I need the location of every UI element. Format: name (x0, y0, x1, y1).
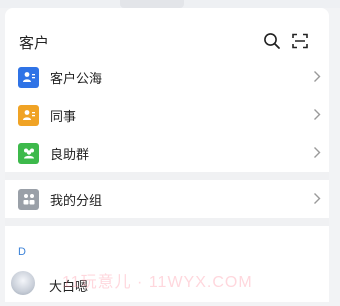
customer-card: 客户 客户公海 同事 良助群 我的分组 (5, 8, 329, 302)
menu-item-my-groups[interactable]: 我的分组 (5, 180, 329, 218)
chevron-right-icon (314, 147, 321, 158)
menu-item-colleague[interactable]: 同事 (5, 96, 329, 134)
index-letter: D (18, 246, 26, 258)
customer-pool-icon (18, 66, 39, 88)
top-strip-nub (120, 0, 184, 8)
menu-item-label: 同事 (50, 108, 77, 124)
colleague-icon (18, 104, 39, 126)
search-icon[interactable] (261, 30, 283, 52)
page-title: 客户 (19, 35, 50, 52)
contact-row[interactable]: 大白嗯 (0, 266, 324, 306)
menu-item-label: 良助群 (50, 146, 90, 162)
menu-item-customer-pool[interactable]: 客户公海 (5, 58, 329, 96)
top-strip (0, 0, 340, 8)
groups-icon (18, 188, 39, 210)
scan-icon[interactable] (289, 30, 311, 52)
contact-name: 大白嗯 (49, 279, 89, 294)
menu-item-label: 客户公海 (50, 70, 103, 86)
menu-item-label: 我的分组 (50, 192, 103, 208)
chevron-right-icon (314, 109, 321, 120)
avatar (11, 271, 35, 295)
chevron-right-icon (314, 193, 321, 204)
group-icon (18, 142, 39, 164)
chevron-right-icon (314, 71, 321, 82)
menu-item-group[interactable]: 良助群 (5, 134, 329, 172)
section-divider (5, 218, 329, 226)
section-divider (5, 172, 329, 180)
